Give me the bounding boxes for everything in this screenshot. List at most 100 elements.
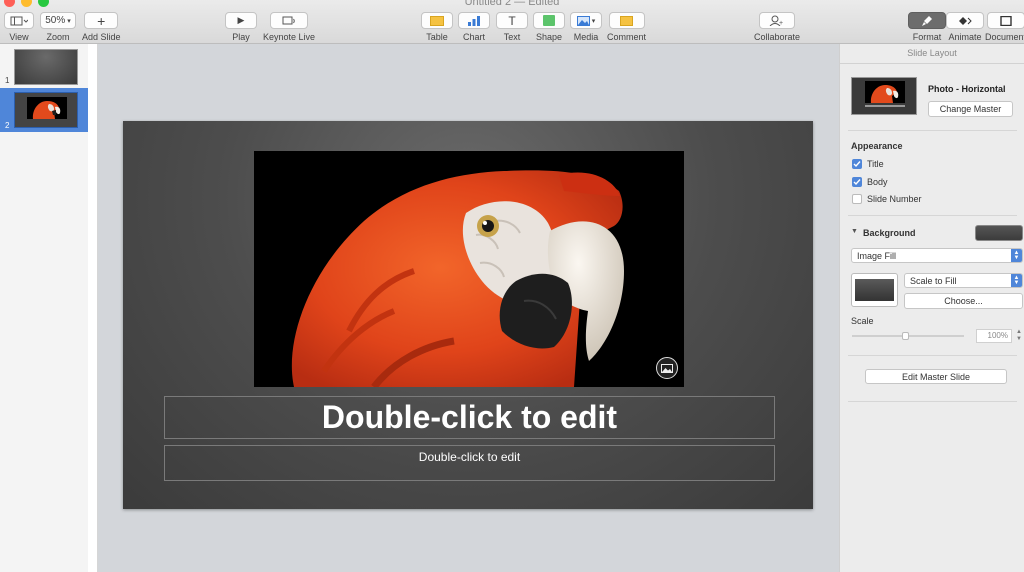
zoom-control[interactable]: 50% ▾ Zoom xyxy=(40,12,76,42)
scale-slider[interactable] xyxy=(852,332,964,340)
comment-control[interactable]: Comment xyxy=(607,12,646,42)
image-icon xyxy=(661,363,673,373)
shape-button[interactable] xyxy=(533,12,565,29)
zoom-value: 50% xyxy=(45,15,66,26)
parrot-image xyxy=(254,151,684,387)
media-replace-button[interactable] xyxy=(656,357,678,379)
master-name: Photo - Horizontal xyxy=(928,84,1006,94)
table-label: Table xyxy=(426,32,448,42)
table-icon xyxy=(430,15,444,26)
format-control[interactable]: Format xyxy=(908,12,946,42)
collaborate-control[interactable]: + Collaborate xyxy=(754,12,800,42)
play-control[interactable]: ▶ Play xyxy=(225,12,257,42)
divider xyxy=(848,355,1017,356)
slide-number-checkbox[interactable] xyxy=(852,194,862,204)
slide-canvas: Double-click to edit Double-click to edi… xyxy=(98,44,839,572)
view-label: View xyxy=(9,32,29,42)
paintbrush-icon xyxy=(922,15,932,26)
scale-slider-knob[interactable] xyxy=(902,332,909,340)
master-thumbnail xyxy=(851,77,917,115)
play-label: Play xyxy=(232,32,250,42)
slide-number-checkbox-row[interactable]: Slide Number xyxy=(852,194,922,204)
play-button[interactable]: ▶ xyxy=(225,12,257,29)
fill-type-select[interactable]: Image Fill ▲ ▼ xyxy=(851,248,1023,263)
format-button[interactable] xyxy=(908,12,946,29)
animate-control[interactable]: Animate xyxy=(946,12,984,42)
background-color-well[interactable] xyxy=(975,225,1023,241)
scale-stepper[interactable]: ▲ ▼ xyxy=(1015,329,1023,343)
svg-text:+: + xyxy=(779,20,783,26)
chart-button[interactable] xyxy=(458,12,490,29)
checkmark-icon xyxy=(853,161,861,168)
media-control[interactable]: ▾ Media xyxy=(570,12,602,42)
collaborate-icon: + xyxy=(769,15,783,26)
body-placeholder[interactable]: Double-click to edit xyxy=(164,445,775,481)
image-fill-well[interactable] xyxy=(851,273,898,307)
text-button[interactable]: T xyxy=(496,12,528,29)
collaborate-button[interactable]: + xyxy=(759,12,796,29)
add-slide-control[interactable]: + Add Slide xyxy=(82,12,121,42)
document-name: Untitled 2 xyxy=(464,0,512,8)
disclosure-triangle-icon[interactable]: ▼ xyxy=(851,228,858,235)
navigator-divider[interactable] xyxy=(88,44,98,572)
play-icon: ▶ xyxy=(237,15,245,25)
plus-icon: + xyxy=(97,12,106,29)
master-title-line xyxy=(865,105,905,107)
text-control[interactable]: T Text xyxy=(496,12,528,42)
media-button[interactable]: ▾ xyxy=(570,12,602,29)
format-label: Format xyxy=(912,32,942,42)
sidebar-icon xyxy=(10,16,28,25)
slide[interactable]: Double-click to edit Double-click to edi… xyxy=(123,121,813,509)
body-checkbox-row[interactable]: Body xyxy=(852,177,888,187)
media-placeholder[interactable] xyxy=(254,151,684,387)
slide-thumbnail[interactable] xyxy=(14,49,78,85)
title-checkbox-label: Title xyxy=(867,159,884,169)
comment-icon xyxy=(620,15,633,26)
title-checkbox-row[interactable]: Title xyxy=(852,159,884,169)
change-master-button[interactable]: Change Master xyxy=(928,101,1013,117)
bar-chart-icon xyxy=(468,15,480,26)
add-slide-button[interactable]: + xyxy=(84,12,119,29)
body-checkbox[interactable] xyxy=(852,177,862,187)
comment-button[interactable] xyxy=(608,12,645,29)
view-button[interactable] xyxy=(4,12,34,29)
body-text: Double-click to edit xyxy=(418,450,521,464)
keynote-live-label: Keynote Live xyxy=(263,32,316,42)
animate-button[interactable] xyxy=(946,12,984,29)
slide-thumbnail[interactable] xyxy=(14,92,78,128)
zoom-select[interactable]: 50% ▾ xyxy=(40,12,76,29)
toolbar: Untitled 2 — Edited View 50% ▾ Zoom + Ad… xyxy=(0,0,1024,44)
scale-mode-value: Scale to Fill xyxy=(910,275,957,286)
shape-icon xyxy=(543,15,555,26)
master-preview-image xyxy=(865,81,905,103)
media-label: Media xyxy=(573,32,599,42)
zoom-label: Zoom xyxy=(46,32,70,42)
comment-label: Comment xyxy=(607,32,647,42)
shape-control[interactable]: Shape xyxy=(533,12,565,42)
title-placeholder[interactable]: Double-click to edit xyxy=(164,396,775,439)
edit-master-slide-button[interactable]: Edit Master Slide xyxy=(865,369,1007,384)
scale-label: Scale xyxy=(851,316,874,326)
divider xyxy=(848,130,1017,131)
view-control[interactable]: View xyxy=(4,12,34,42)
document-control[interactable]: Document xyxy=(985,12,1024,42)
shape-label: Shape xyxy=(535,32,563,42)
animate-label: Animate xyxy=(948,32,982,42)
table-control[interactable]: Table xyxy=(421,12,453,42)
document-button[interactable] xyxy=(986,12,1024,29)
keynote-live-button[interactable] xyxy=(270,12,309,29)
document-icon xyxy=(999,15,1012,26)
title-text: Double-click to edit xyxy=(321,399,618,435)
table-button[interactable] xyxy=(421,12,453,29)
scale-mode-select[interactable]: Scale to Fill ▲ ▼ xyxy=(904,273,1023,288)
title-checkbox[interactable] xyxy=(852,159,862,169)
document-status: — Edited xyxy=(514,0,560,8)
choose-image-button[interactable]: Choose... xyxy=(904,293,1023,309)
collaborate-label: Collaborate xyxy=(754,32,801,42)
chart-control[interactable]: Chart xyxy=(458,12,490,42)
keynote-live-control[interactable]: Keynote Live xyxy=(263,12,315,42)
divider xyxy=(848,215,1017,216)
inspector-header: Slide Layout xyxy=(840,44,1024,64)
image-fill-preview xyxy=(855,279,894,301)
scale-value-field[interactable]: 100% xyxy=(976,329,1012,343)
